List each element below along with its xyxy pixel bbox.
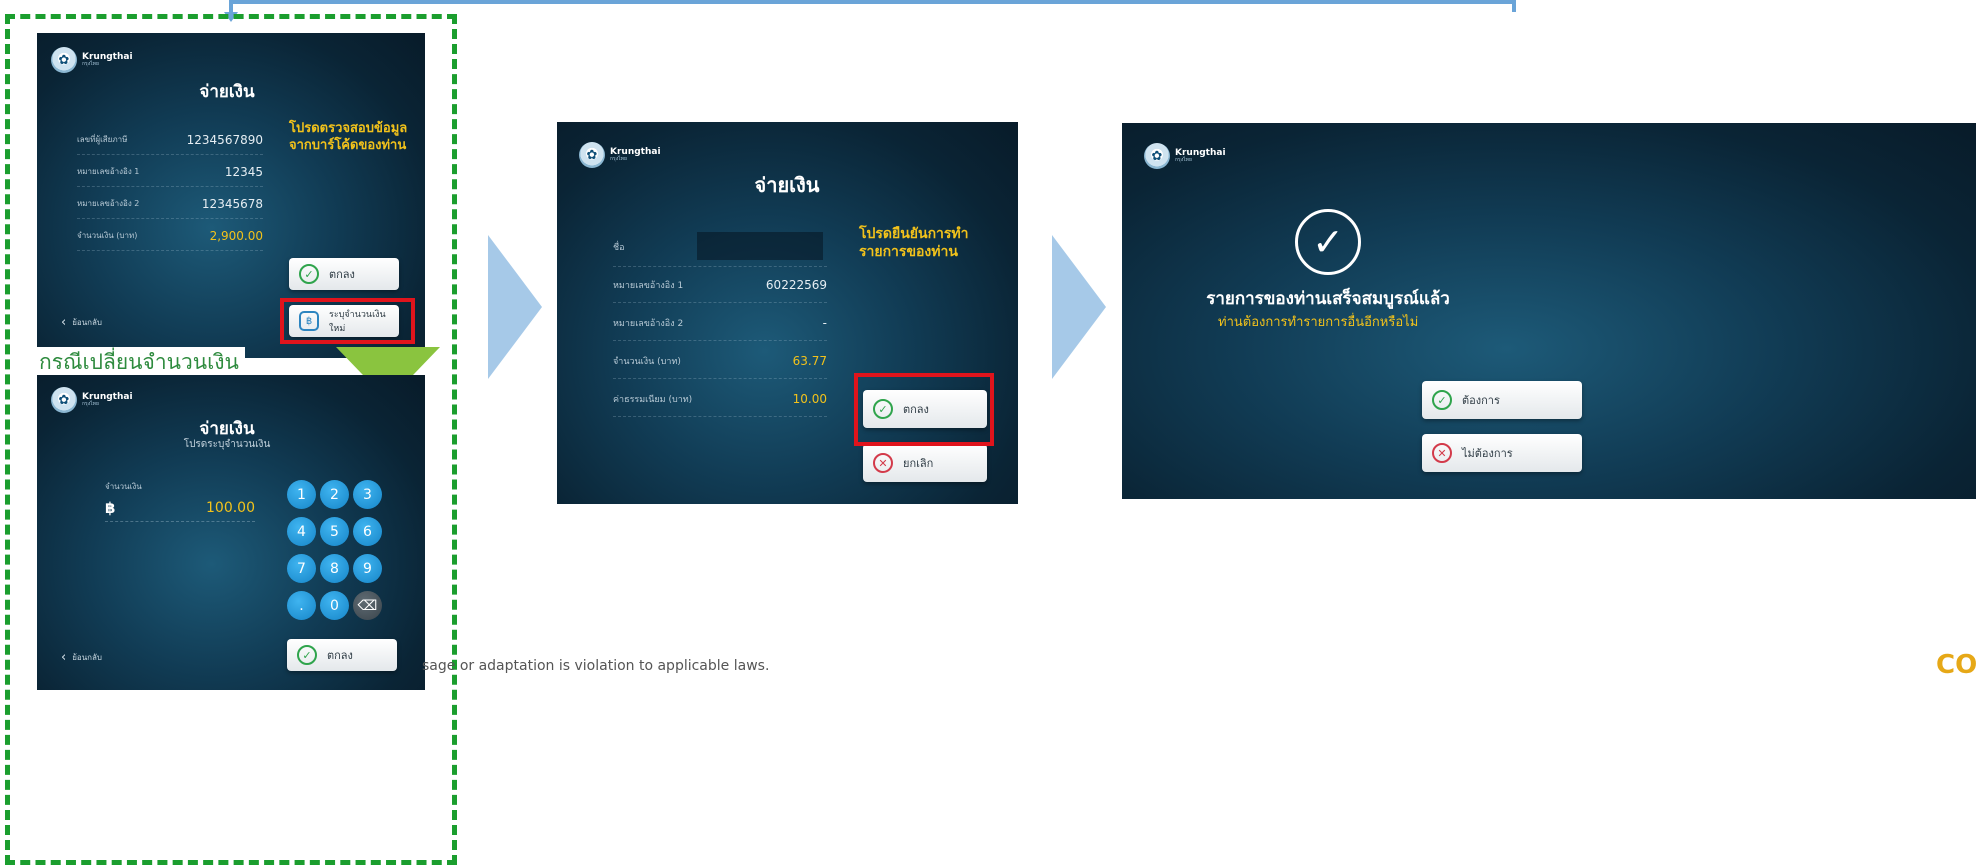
no-button-label: ไม่ต้องการ: [1462, 447, 1513, 460]
success-title: รายการของท่านเสร็จสมบูรณ์แล้ว: [1206, 289, 1450, 309]
info-row-label: หมายเลขอ้างอิง 2: [613, 318, 684, 329]
info-row-value: -: [822, 315, 827, 330]
brand-sub: กรุงไทย: [1175, 157, 1192, 163]
page-title: จ่ายเงิน: [754, 173, 820, 197]
flow-connector-drop: [1512, 0, 1516, 12]
group-outline: [5, 14, 457, 865]
footer-notice: sage or adaptation is violation to appli…: [422, 658, 770, 674]
check-icon: ✓: [1432, 390, 1452, 410]
info-row: หมายเลขอ้างอิง 2 -: [613, 305, 827, 341]
info-row-value: 60222569: [765, 277, 827, 292]
info-row-label: ค่าธรรมเนียม (บาท): [613, 394, 693, 405]
info-row-label: หมายเลขอ้างอิง 1: [613, 280, 684, 291]
yes-button[interactable]: ✓ ต้องการ: [1422, 381, 1582, 419]
flow-connector-line: [231, 0, 1516, 4]
close-icon: ✕: [873, 453, 893, 473]
krungthai-logo-icon: ✿: [579, 142, 605, 168]
flow-connector-drop-left: [229, 0, 233, 12]
krungthai-logo: ✿ Krungthai กรุงไทย: [579, 142, 661, 168]
krungthai-logo-icon: ✿: [1144, 143, 1170, 169]
another-transaction-question: ท่านต้องการทำรายการอื่นอีกหรือไม่: [1218, 315, 1419, 330]
info-row-label: จำนวนเงิน (บาท): [613, 356, 681, 367]
close-icon: ✕: [1432, 443, 1452, 463]
info-row-label: ชื่อ: [613, 242, 625, 253]
flow-arrow-right-icon: [1052, 235, 1106, 379]
success-check-icon: ✓: [1295, 209, 1361, 275]
confirm-prompt: โปรดยืนยันการทำ รายการของท่าน: [859, 226, 969, 261]
info-row: ค่าธรรมเนียม (บาท) 10.00: [613, 381, 827, 417]
cancel-button-label: ยกเลิก: [903, 457, 934, 470]
cancel-button[interactable]: ✕ ยกเลิก: [863, 444, 987, 482]
info-row: จำนวนเงิน (บาท) 63.77: [613, 343, 827, 379]
atm-screen-confirm: ✿ Krungthai กรุงไทย จ่ายเงิน โปรดยืนยันก…: [557, 122, 1018, 504]
brand-sub: กรุงไทย: [610, 156, 627, 162]
flow-arrow-right-icon: [488, 235, 542, 379]
corner-brand-text: CO: [1936, 650, 1976, 680]
no-button[interactable]: ✕ ไม่ต้องการ: [1422, 434, 1582, 472]
amount-value: 63.77: [792, 353, 827, 368]
krungthai-logo: ✿ Krungthai กรุงไทย: [1144, 143, 1226, 169]
info-row: หมายเลขอ้างอิง 1 60222569: [613, 267, 827, 303]
atm-screen-success: ✿ Krungthai กรุงไทย ✓ รายการของท่านเสร็จ…: [1122, 123, 1976, 499]
fee-value: 10.00: [792, 391, 827, 406]
highlight-ok: [854, 373, 994, 446]
yes-button-label: ต้องการ: [1462, 394, 1500, 407]
name-value-box: [697, 232, 823, 260]
